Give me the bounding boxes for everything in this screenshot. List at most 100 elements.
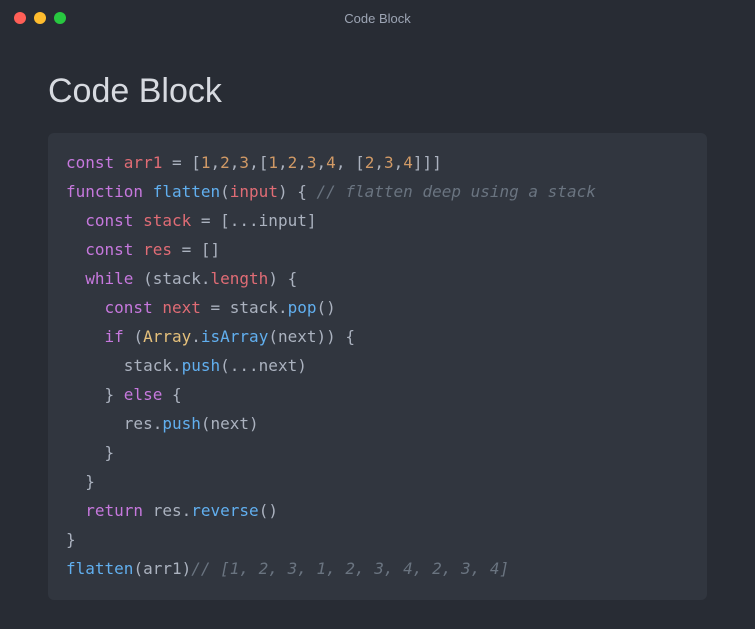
- code-token: 3: [384, 153, 394, 172]
- page-content: Code Block const arr1 = [1,2,3,[1,2,3,4,…: [0, 36, 755, 620]
- code-token: const: [66, 153, 124, 172]
- maximize-icon[interactable]: [54, 12, 66, 24]
- code-token: push: [182, 356, 221, 375]
- code-token: input: [230, 182, 278, 201]
- code-token: arr1: [143, 559, 182, 578]
- code-token: next: [162, 298, 201, 317]
- code-token: if: [105, 327, 134, 346]
- code-token: 2: [220, 153, 230, 172]
- code-token: (...: [220, 356, 259, 375]
- code-token: push: [162, 414, 201, 433]
- window-title: Code Block: [344, 11, 410, 26]
- code-block[interactable]: const arr1 = [1,2,3,[1,2,3,4, [2,3,4]]] …: [48, 133, 707, 600]
- code-token: (: [143, 269, 153, 288]
- code-token: =: [201, 298, 230, 317]
- code-token: 4: [326, 153, 336, 172]
- code-token: 2: [365, 153, 375, 172]
- code-token: stack: [143, 211, 191, 230]
- code-token: 1: [201, 153, 211, 172]
- code-token: res: [153, 501, 182, 520]
- code-token: return: [85, 501, 152, 520]
- code-token: next: [259, 356, 298, 375]
- code-token: , [: [336, 153, 365, 172]
- code-token: 2: [288, 153, 298, 172]
- code-token: )) {: [317, 327, 356, 346]
- code-token: [66, 356, 124, 375]
- code-token: [66, 269, 85, 288]
- code-token: res: [124, 414, 153, 433]
- code-token: ]: [307, 211, 317, 230]
- code-token: next: [278, 327, 317, 346]
- minimize-icon[interactable]: [34, 12, 46, 24]
- code-token: [66, 211, 85, 230]
- code-token: }: [66, 385, 124, 404]
- code-token: ,: [317, 153, 327, 172]
- code-token: Array: [143, 327, 191, 346]
- code-token: 1: [268, 153, 278, 172]
- page-title: Code Block: [48, 72, 707, 111]
- code-token: 3: [239, 153, 249, 172]
- code-token: .: [278, 298, 288, 317]
- code-token: = []: [172, 240, 220, 259]
- code-token: }: [66, 472, 95, 491]
- code-token: while: [85, 269, 143, 288]
- code-token: ): [249, 414, 259, 433]
- code-token: ,[: [249, 153, 268, 172]
- code-token: input: [259, 211, 307, 230]
- code-token: const: [85, 211, 143, 230]
- code-token: arr1: [124, 153, 163, 172]
- code-token: }: [66, 443, 114, 462]
- code-token: .: [153, 414, 163, 433]
- window-controls: [14, 12, 66, 24]
- code-token: [66, 501, 85, 520]
- code-token: (): [259, 501, 278, 520]
- code-token: else: [124, 385, 163, 404]
- code-token: 3: [307, 153, 317, 172]
- code-token: ): [182, 559, 192, 578]
- code-token: }: [66, 530, 76, 549]
- code-token: (): [316, 298, 335, 317]
- code-token: // flatten deep using a stack: [316, 182, 595, 201]
- code-token: pop: [288, 298, 317, 317]
- code-token: .: [201, 269, 211, 288]
- code-token: ,: [297, 153, 307, 172]
- code-token: = [...: [191, 211, 258, 230]
- code-token: function: [66, 182, 153, 201]
- code-token: [66, 298, 105, 317]
- code-token: stack: [153, 269, 201, 288]
- code-token: res: [143, 240, 172, 259]
- code-token: stack: [230, 298, 278, 317]
- code-token: isArray: [201, 327, 268, 346]
- code-token: .: [191, 327, 201, 346]
- code-token: (: [268, 327, 278, 346]
- code-token: (: [133, 559, 143, 578]
- code-token: ): [297, 356, 307, 375]
- code-token: stack: [124, 356, 172, 375]
- code-token: const: [85, 240, 143, 259]
- code-token: ,: [374, 153, 384, 172]
- close-icon[interactable]: [14, 12, 26, 24]
- code-token: ,: [278, 153, 288, 172]
- code-token: ) {: [268, 269, 297, 288]
- code-token: reverse: [191, 501, 258, 520]
- code-token: [66, 240, 85, 259]
- code-token: ,: [394, 153, 404, 172]
- code-token: ]]]: [413, 153, 442, 172]
- code-token: (: [220, 182, 230, 201]
- code-token: // [1, 2, 3, 1, 2, 3, 4, 2, 3, 4]: [191, 559, 509, 578]
- code-token: {: [162, 385, 181, 404]
- code-token: = [: [162, 153, 201, 172]
- window-titlebar: Code Block: [0, 0, 755, 36]
- code-token: length: [211, 269, 269, 288]
- code-token: ,: [211, 153, 221, 172]
- code-token: next: [211, 414, 250, 433]
- code-token: [66, 414, 124, 433]
- code-token: (: [201, 414, 211, 433]
- code-token: ) {: [278, 182, 317, 201]
- code-token: .: [172, 356, 182, 375]
- code-token: ,: [230, 153, 240, 172]
- code-token: const: [105, 298, 163, 317]
- code-token: (: [133, 327, 143, 346]
- code-content: const arr1 = [1,2,3,[1,2,3,4, [2,3,4]]] …: [66, 153, 596, 578]
- code-token: [66, 327, 105, 346]
